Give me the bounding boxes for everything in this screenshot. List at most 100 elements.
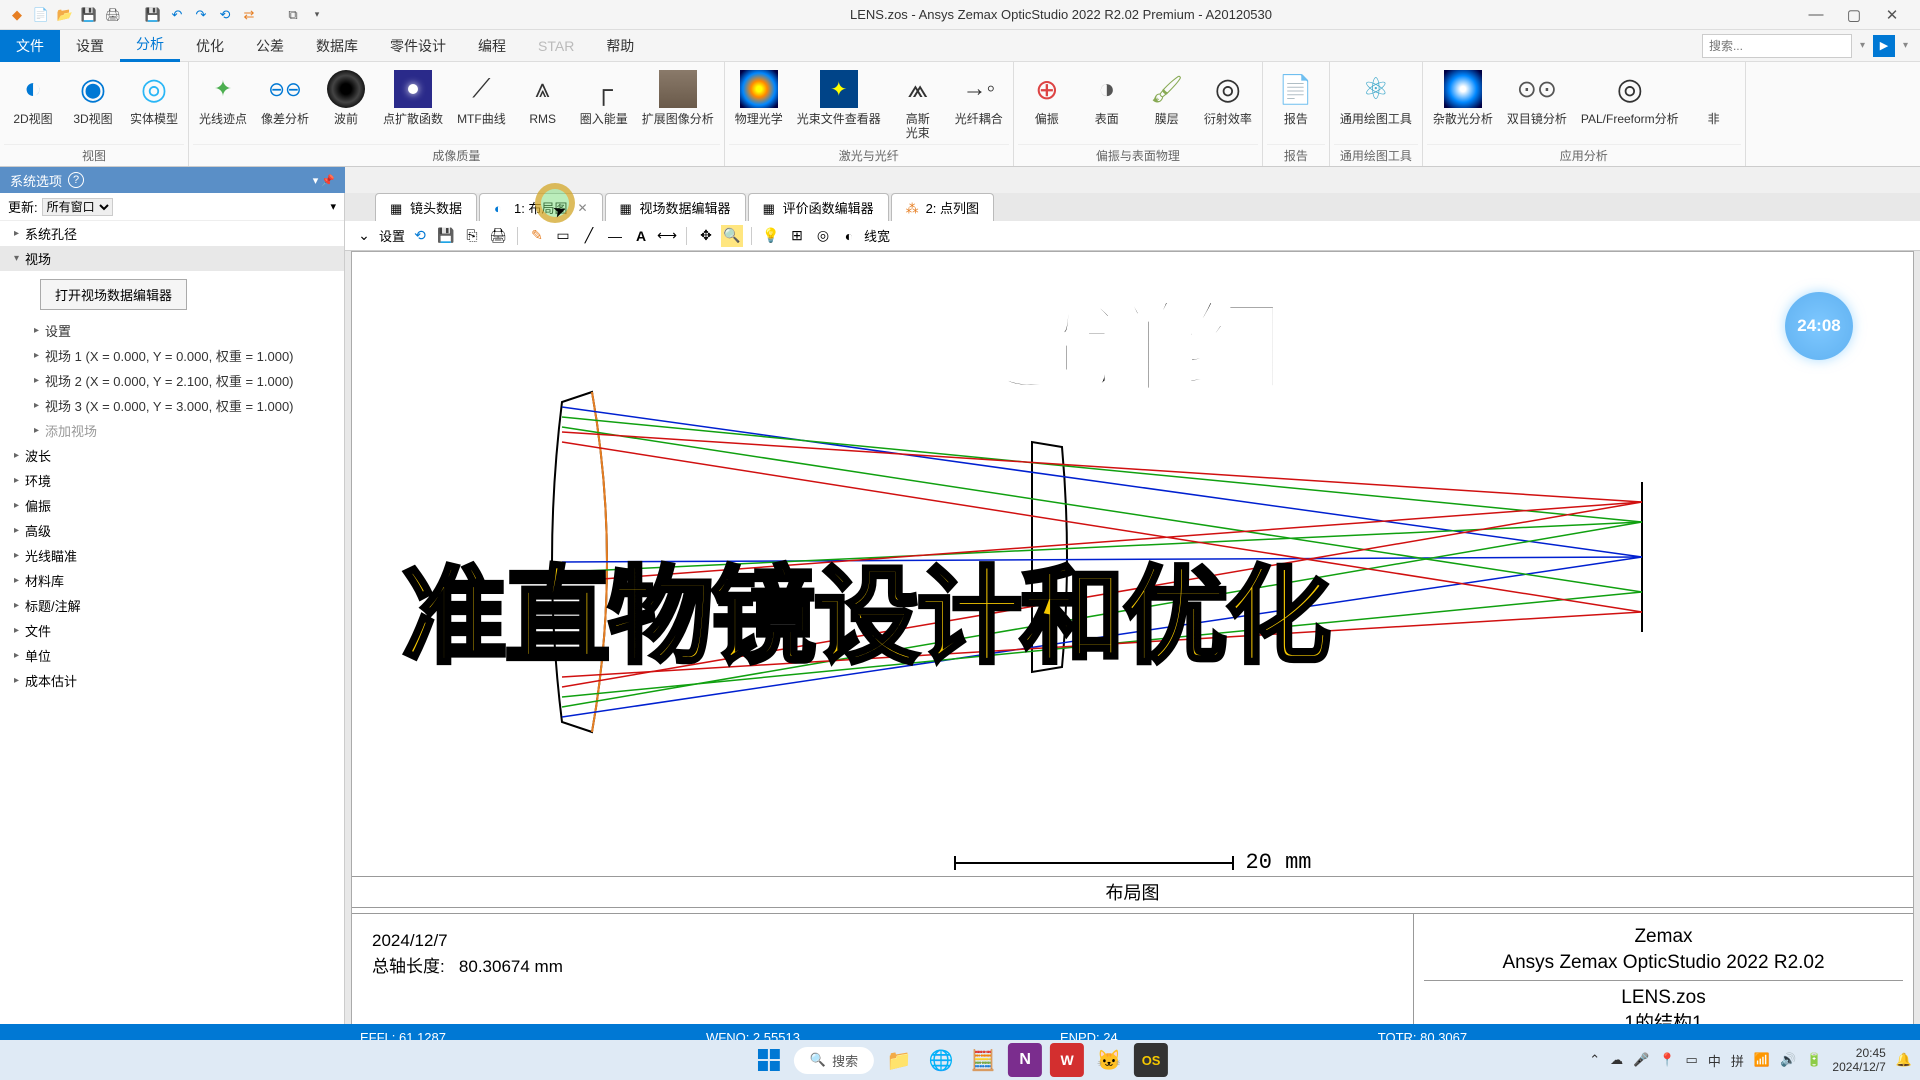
dash-icon[interactable]: — xyxy=(604,225,626,247)
menu-program[interactable]: 编程 xyxy=(462,30,522,62)
tab-field-editor[interactable]: ▦视场数据编辑器 xyxy=(605,193,746,221)
pin-icon[interactable]: ▾ 📌 xyxy=(313,174,335,187)
tree-field-3[interactable]: 视场 3 (X = 0.000, Y = 3.000, 权重 = 1.000) xyxy=(0,393,344,418)
ribbon-surface[interactable]: ◑表面 xyxy=(1078,64,1136,144)
tree-materials[interactable]: 材料库 xyxy=(0,568,344,593)
search-dropdown-icon[interactable]: ▾ xyxy=(1860,40,1865,51)
undo-icon[interactable]: ↶ xyxy=(168,6,186,24)
tree-units[interactable]: 单位 xyxy=(0,643,344,668)
tree-field-1[interactable]: 视场 1 (X = 0.000, Y = 0.000, 权重 = 1.000) xyxy=(0,343,344,368)
tray-wifi-icon[interactable]: 📶 xyxy=(1754,1052,1770,1068)
open-field-editor-button[interactable]: 打开视场数据编辑器 xyxy=(40,279,187,310)
ribbon-rms[interactable]: ⩓RMS xyxy=(514,64,572,144)
tab-merit-editor[interactable]: ▦评价函数编辑器 xyxy=(748,193,889,221)
misc-icon[interactable]: ◐ xyxy=(838,225,860,247)
ribbon-binocular[interactable]: ⊙⊙双目镜分析 xyxy=(1501,64,1573,144)
zoom-icon[interactable]: 🔍 xyxy=(721,225,743,247)
window-icon[interactable]: ⧉ xyxy=(284,6,302,24)
ribbon-encircled[interactable]: ┌圈入能量 xyxy=(574,64,634,144)
onenote-icon[interactable]: N xyxy=(1008,1043,1042,1077)
ribbon-aberration[interactable]: ⊖⊖像差分析 xyxy=(255,64,315,144)
menu-optimize[interactable]: 优化 xyxy=(180,30,240,62)
tray-battery-icon[interactable]: ▭ xyxy=(1686,1052,1698,1068)
wps-icon[interactable]: W xyxy=(1050,1043,1084,1077)
menu-star[interactable]: STAR xyxy=(522,30,590,62)
sync-icon[interactable]: ⇄ xyxy=(240,6,258,24)
pencil-icon[interactable]: ✎ xyxy=(526,225,548,247)
dropdown-icon[interactable]: ▾ xyxy=(308,6,326,24)
close-button[interactable]: ✕ xyxy=(1882,6,1902,24)
layout-canvas[interactable]: 超详细 准直物镜设计和优化 24:08 20 mm 布局图 2024/12/7 … xyxy=(351,251,1914,1044)
opticstudio-icon[interactable]: OS xyxy=(1134,1043,1168,1077)
text-icon[interactable]: A xyxy=(630,225,652,247)
redo-icon[interactable]: ↷ xyxy=(192,6,210,24)
menu-part[interactable]: 零件设计 xyxy=(374,30,462,62)
ribbon-extended[interactable]: 扩展图像分析 xyxy=(636,64,720,144)
menu-database[interactable]: 数据库 xyxy=(300,30,374,62)
tab-spot-diagram[interactable]: ⁂2: 点列图 xyxy=(891,193,994,221)
ribbon-wavefront[interactable]: 波前 xyxy=(317,64,375,144)
refresh-icon[interactable]: ⟲ xyxy=(216,6,234,24)
maximize-button[interactable]: ▢ xyxy=(1844,6,1864,24)
chevron-down-icon[interactable]: ⌄ xyxy=(353,225,375,247)
tree-files[interactable]: 文件 xyxy=(0,618,344,643)
menu-settings[interactable]: 设置 xyxy=(60,30,120,62)
ruler-icon[interactable]: ⟷ xyxy=(656,225,678,247)
light-icon[interactable]: 💡 xyxy=(760,225,782,247)
tray-power-icon[interactable]: 🔋 xyxy=(1806,1052,1822,1068)
save-icon[interactable]: 💾 xyxy=(435,225,457,247)
ribbon-gaussian[interactable]: ⩕高斯 光束 xyxy=(889,64,947,144)
app-icon[interactable]: 🐱 xyxy=(1092,1043,1126,1077)
update-select[interactable]: 所有窗口 xyxy=(42,198,113,216)
tree-environment[interactable]: 环境 xyxy=(0,468,344,493)
ribbon-fiber[interactable]: →◦光纤耦合 xyxy=(949,64,1009,144)
calculator-icon[interactable]: 🧮 xyxy=(966,1043,1000,1077)
tray-location-icon[interactable]: 📍 xyxy=(1659,1052,1675,1068)
tree-wavelength[interactable]: 波长 xyxy=(0,443,344,468)
menu-help[interactable]: 帮助 xyxy=(590,30,650,62)
ribbon-coating[interactable]: 🖌膜层 xyxy=(1138,64,1196,144)
tray-volume-icon[interactable]: 🔊 xyxy=(1780,1052,1796,1068)
line-icon[interactable]: ╱ xyxy=(578,225,600,247)
print-icon[interactable]: 🖨 xyxy=(104,6,122,24)
tab-layout[interactable]: ◐1: 布局图✕ xyxy=(479,193,603,221)
menu-analysis[interactable]: 分析 xyxy=(120,30,180,62)
tree-title[interactable]: 标题/注解 xyxy=(0,593,344,618)
grid-toggle-icon[interactable]: ⊞ xyxy=(786,225,808,247)
tray-chevron-icon[interactable]: ⌃ xyxy=(1589,1052,1600,1068)
save-icon[interactable]: 💾 xyxy=(80,6,98,24)
ribbon-beamviewer[interactable]: ✦光束文件查看器 xyxy=(791,64,887,144)
menu-tolerance[interactable]: 公差 xyxy=(240,30,300,62)
close-icon[interactable]: ✕ xyxy=(577,201,587,215)
search-input[interactable] xyxy=(1702,34,1852,58)
refresh-icon[interactable]: ⟲ xyxy=(409,225,431,247)
ribbon-psf[interactable]: 点扩散函数 xyxy=(377,64,449,144)
tray-clock[interactable]: 20:45 2024/12/7 xyxy=(1832,1046,1885,1074)
ribbon-mtf[interactable]: ⟋MTF曲线 xyxy=(451,64,512,144)
ribbon-non[interactable]: 非 xyxy=(1687,64,1741,144)
save-as-icon[interactable]: 💾 xyxy=(144,6,162,24)
target-icon[interactable]: ◎ xyxy=(812,225,834,247)
ribbon-diffraction[interactable]: ◎衍射效率 xyxy=(1198,64,1258,144)
toolbar-settings-label[interactable]: 设置 xyxy=(379,226,405,245)
minimize-button[interactable]: — xyxy=(1806,6,1826,24)
ribbon-polarization[interactable]: ⊕偏振 xyxy=(1018,64,1076,144)
ime-method[interactable]: 拼 xyxy=(1731,1051,1744,1070)
help-icon[interactable]: ? xyxy=(68,172,84,188)
open-icon[interactable]: 📂 xyxy=(56,6,74,24)
tree-add-field[interactable]: 添加视场 xyxy=(0,418,344,443)
tray-onedrive-icon[interactable]: ☁ xyxy=(1610,1052,1623,1068)
ribbon-stray[interactable]: 杂散光分析 xyxy=(1427,64,1499,144)
explorer-icon[interactable]: 📁 xyxy=(882,1043,916,1077)
move-icon[interactable]: ✥ xyxy=(695,225,717,247)
tree-field[interactable]: 视场 xyxy=(0,246,344,271)
copy-icon[interactable]: ⎘ xyxy=(461,225,483,247)
ribbon-report[interactable]: 📄报告 xyxy=(1267,64,1325,144)
edge-icon[interactable]: 🌐 xyxy=(924,1043,958,1077)
print-icon[interactable]: 🖨 xyxy=(487,225,509,247)
tree-advanced[interactable]: 高级 xyxy=(0,518,344,543)
new-icon[interactable]: 📄 xyxy=(32,6,50,24)
ribbon-physical-optics[interactable]: 物理光学 xyxy=(729,64,789,144)
tree-aperture[interactable]: 系统孔径 xyxy=(0,221,344,246)
tree-ray-aiming[interactable]: 光线瞄准 xyxy=(0,543,344,568)
